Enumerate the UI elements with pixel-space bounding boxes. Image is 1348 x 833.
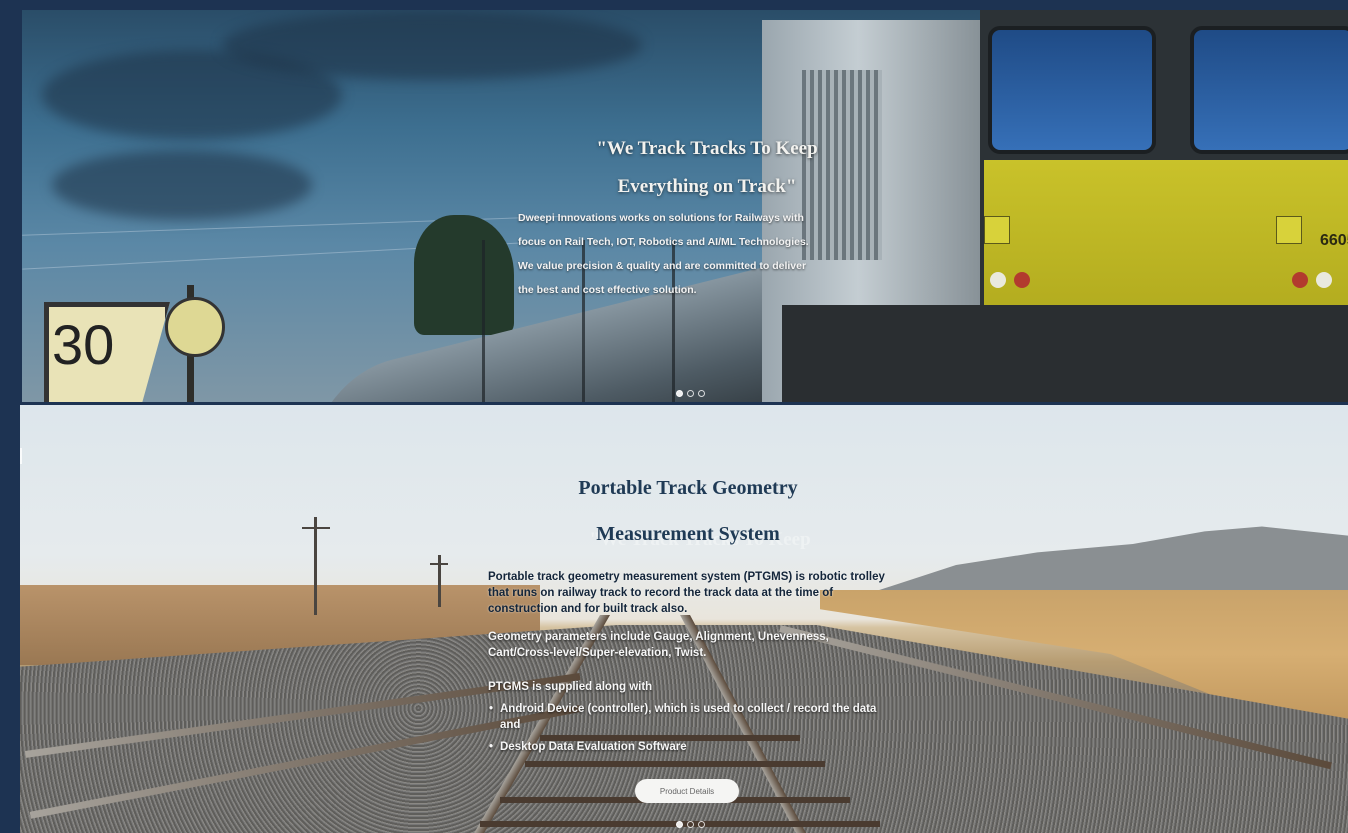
sky-cloud xyxy=(222,10,642,80)
utility-pole-crossbar xyxy=(430,563,448,565)
carousel-dot-2[interactable] xyxy=(687,821,694,828)
supplied-heading: PTGMS is supplied along with xyxy=(488,681,653,693)
carousel-dot-1[interactable] xyxy=(676,821,683,828)
carousel-dots xyxy=(676,390,705,397)
supplied-list-item: Desktop Data Evaluation Software xyxy=(489,739,888,755)
wagon-divider xyxy=(482,240,485,402)
hero-description-line: We value precision & quality and are com… xyxy=(518,260,807,272)
edge-marker xyxy=(20,448,30,464)
product-details-button[interactable]: Product Details xyxy=(635,779,739,803)
hero-quote: "We Track Tracks To Keep Everything on T… xyxy=(522,130,892,206)
speed-sign-text: 30 xyxy=(52,313,115,376)
locomotive-undercarriage xyxy=(782,305,1348,402)
hero-quote-line2: Everything on Track" xyxy=(617,176,797,197)
product-description: Portable track geometry measurement syst… xyxy=(488,571,885,615)
carousel-dot-2[interactable] xyxy=(687,390,694,397)
supplied-list-item: Android Device (controller), which is us… xyxy=(489,701,888,733)
hero-slide-locomotive: 6605 30 "We Track Tracks To Keep Everyth… xyxy=(22,10,1348,402)
product-parameters: Geometry parameters include Gauge, Align… xyxy=(488,631,829,659)
hero-description-line: the best and cost effective solution. xyxy=(518,284,697,296)
taillamp-icon xyxy=(1014,272,1030,288)
cab-window-right xyxy=(1190,26,1348,154)
carousel-dot-3[interactable] xyxy=(698,821,705,828)
sky-cloud xyxy=(52,150,312,220)
hero-description-line: Dweepi Innovations works on solutions fo… xyxy=(518,212,804,224)
product-slide-ptgms: "We Track Tracks To Keep Portable Track … xyxy=(20,405,1348,833)
headlamp-icon xyxy=(990,272,1006,288)
carousel-dot-3[interactable] xyxy=(698,390,705,397)
cab-window-left xyxy=(988,26,1156,154)
utility-pole xyxy=(314,517,317,615)
locomotive-number: 6605 xyxy=(1320,232,1348,249)
round-sign xyxy=(165,297,225,357)
hazard-warning-icon xyxy=(984,216,1010,244)
product-title-line2: Measurement System xyxy=(596,523,780,545)
carousel-dots xyxy=(676,821,705,828)
rail-sleeper xyxy=(525,761,825,767)
hero-quote-line1: "We Track Tracks To Keep xyxy=(596,138,818,159)
carousel-dot-1[interactable] xyxy=(676,390,683,397)
headlamp-icon xyxy=(1316,272,1332,288)
product-content: Portable Track Geometry Measurement Syst… xyxy=(488,465,888,761)
taillamp-icon xyxy=(1292,272,1308,288)
utility-pole-crossbar xyxy=(302,527,330,529)
mountain-range xyxy=(870,526,1348,593)
hero-description-line: focus on Rail Tech, IOT, Robotics and AI… xyxy=(518,236,809,248)
supplied-list: Android Device (controller), which is us… xyxy=(488,701,888,755)
tree xyxy=(414,215,514,335)
page-frame: 6605 30 "We Track Tracks To Keep Everyth… xyxy=(0,0,1348,833)
hero-description: Dweepi Innovations works on solutions fo… xyxy=(518,206,868,302)
product-title-line1: Portable Track Geometry xyxy=(578,477,798,499)
hazard-warning-icon xyxy=(1276,216,1302,244)
